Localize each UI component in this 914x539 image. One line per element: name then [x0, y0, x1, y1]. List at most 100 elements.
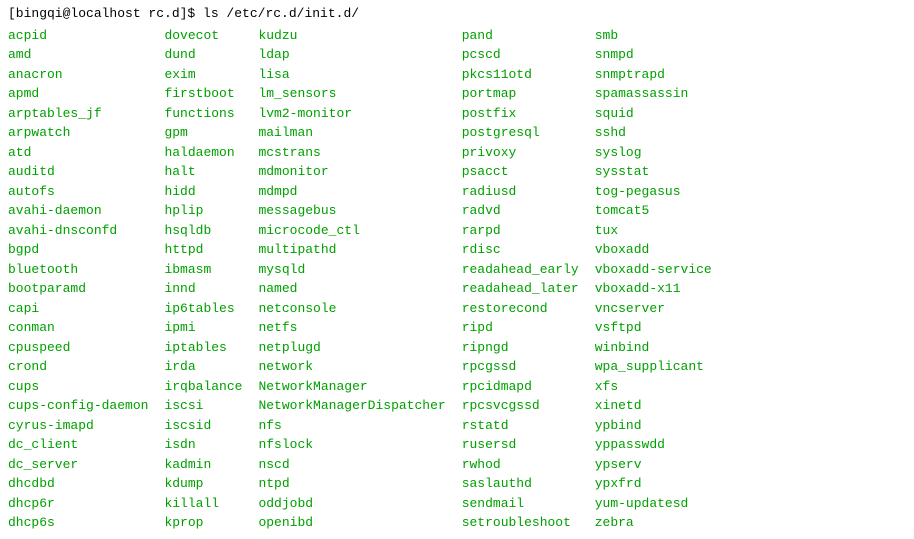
file-entry: network: [258, 357, 445, 377]
file-entry: functions: [164, 104, 242, 124]
file-entry: yppasswdd: [595, 435, 712, 455]
file-entry: snmpd: [595, 45, 712, 65]
file-entry: firstboot: [164, 84, 242, 104]
file-entry: syslog: [595, 143, 712, 163]
file-entry: killall: [164, 494, 242, 514]
file-entry: restorecond: [462, 299, 579, 319]
file-entry: dhcp6s: [8, 513, 148, 533]
file-entry: capi: [8, 299, 148, 319]
file-entry: readahead_later: [462, 279, 579, 299]
file-entry: dhcp6r: [8, 494, 148, 514]
file-entry: rarpd: [462, 221, 579, 241]
directory-listing: acpidamdanacronapmdarptables_jfarpwatcha…: [8, 26, 906, 533]
file-entry: arpwatch: [8, 123, 148, 143]
file-entry: hplip: [164, 201, 242, 221]
file-entry: irda: [164, 357, 242, 377]
file-entry: nfs: [258, 416, 445, 436]
file-entry: radiusd: [462, 182, 579, 202]
file-entry: avahi-daemon: [8, 201, 148, 221]
file-entry: anacron: [8, 65, 148, 85]
file-entry: snmptrapd: [595, 65, 712, 85]
file-entry: dund: [164, 45, 242, 65]
file-entry: avahi-dnsconfd: [8, 221, 148, 241]
file-entry: setroubleshoot: [462, 513, 579, 533]
file-entry: irqbalance: [164, 377, 242, 397]
file-entry: messagebus: [258, 201, 445, 221]
file-entry: rdisc: [462, 240, 579, 260]
file-entry: named: [258, 279, 445, 299]
file-entry: atd: [8, 143, 148, 163]
file-entry: vboxadd: [595, 240, 712, 260]
file-entry: ypserv: [595, 455, 712, 475]
file-entry: conman: [8, 318, 148, 338]
file-entry: httpd: [164, 240, 242, 260]
file-entry: innd: [164, 279, 242, 299]
listing-col-2: kudzuldaplisalm_sensorslvm2-monitormailm…: [258, 26, 461, 533]
listing-col-1: dovecotdundeximfirstbootfunctionsgpmhald…: [164, 26, 258, 533]
file-entry: cups-config-daemon: [8, 396, 148, 416]
file-entry: lm_sensors: [258, 84, 445, 104]
file-entry: rstatd: [462, 416, 579, 436]
file-entry: crond: [8, 357, 148, 377]
file-entry: ntpd: [258, 474, 445, 494]
file-entry: pand: [462, 26, 579, 46]
file-entry: sendmail: [462, 494, 579, 514]
file-entry: vboxadd-service: [595, 260, 712, 280]
file-entry: ldap: [258, 45, 445, 65]
file-entry: radvd: [462, 201, 579, 221]
file-entry: mdmonitor: [258, 162, 445, 182]
file-entry: netconsole: [258, 299, 445, 319]
file-entry: pkcs11otd: [462, 65, 579, 85]
file-entry: ripngd: [462, 338, 579, 358]
file-entry: dc_client: [8, 435, 148, 455]
file-entry: arptables_jf: [8, 104, 148, 124]
file-entry: netfs: [258, 318, 445, 338]
file-entry: saslauthd: [462, 474, 579, 494]
file-entry: tux: [595, 221, 712, 241]
file-entry: mdmpd: [258, 182, 445, 202]
file-entry: cyrus-imapd: [8, 416, 148, 436]
file-entry: xinetd: [595, 396, 712, 416]
file-entry: pcscd: [462, 45, 579, 65]
file-entry: hidd: [164, 182, 242, 202]
file-entry: nfslock: [258, 435, 445, 455]
file-entry: netplugd: [258, 338, 445, 358]
file-entry: isdn: [164, 435, 242, 455]
file-entry: tog-pegasus: [595, 182, 712, 202]
file-entry: rpcidmapd: [462, 377, 579, 397]
file-entry: gpm: [164, 123, 242, 143]
file-entry: sshd: [595, 123, 712, 143]
file-entry: postgresql: [462, 123, 579, 143]
file-entry: ibmasm: [164, 260, 242, 280]
file-entry: amd: [8, 45, 148, 65]
file-entry: kprop: [164, 513, 242, 533]
file-entry: xfs: [595, 377, 712, 397]
file-entry: ip6tables: [164, 299, 242, 319]
listing-col-3: pandpcscdpkcs11otdportmappostfixpostgres…: [462, 26, 595, 533]
file-entry: cpuspeed: [8, 338, 148, 358]
file-entry: halt: [164, 162, 242, 182]
file-entry: rwhod: [462, 455, 579, 475]
file-entry: kdump: [164, 474, 242, 494]
file-entry: bgpd: [8, 240, 148, 260]
file-entry: multipathd: [258, 240, 445, 260]
file-entry: yum-updatesd: [595, 494, 712, 514]
file-entry: dc_server: [8, 455, 148, 475]
listing-col-4: smbsnmpdsnmptrapdspamassassinsquidsshdsy…: [595, 26, 728, 533]
file-entry: ypxfrd: [595, 474, 712, 494]
file-entry: vsftpd: [595, 318, 712, 338]
file-entry: oddjobd: [258, 494, 445, 514]
file-entry: iscsid: [164, 416, 242, 436]
file-entry: winbind: [595, 338, 712, 358]
file-entry: mysqld: [258, 260, 445, 280]
file-entry: kadmin: [164, 455, 242, 475]
file-entry: ripd: [462, 318, 579, 338]
file-entry: bootparamd: [8, 279, 148, 299]
terminal-prompt: [bingqi@localhost rc.d]$ ls /etc/rc.d/in…: [8, 4, 906, 24]
file-entry: auditd: [8, 162, 148, 182]
file-entry: ypbind: [595, 416, 712, 436]
file-entry: haldaemon: [164, 143, 242, 163]
file-entry: wpa_supplicant: [595, 357, 712, 377]
file-entry: lisa: [258, 65, 445, 85]
file-entry: psacct: [462, 162, 579, 182]
